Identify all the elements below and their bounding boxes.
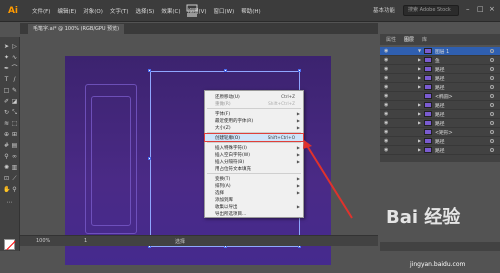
watermark: Bai 经验 jingyan.baidu.com	[380, 200, 498, 270]
watermark-url: jingyan.baidu.com	[410, 261, 466, 268]
watermark-brand: Bai 经验	[386, 207, 461, 228]
